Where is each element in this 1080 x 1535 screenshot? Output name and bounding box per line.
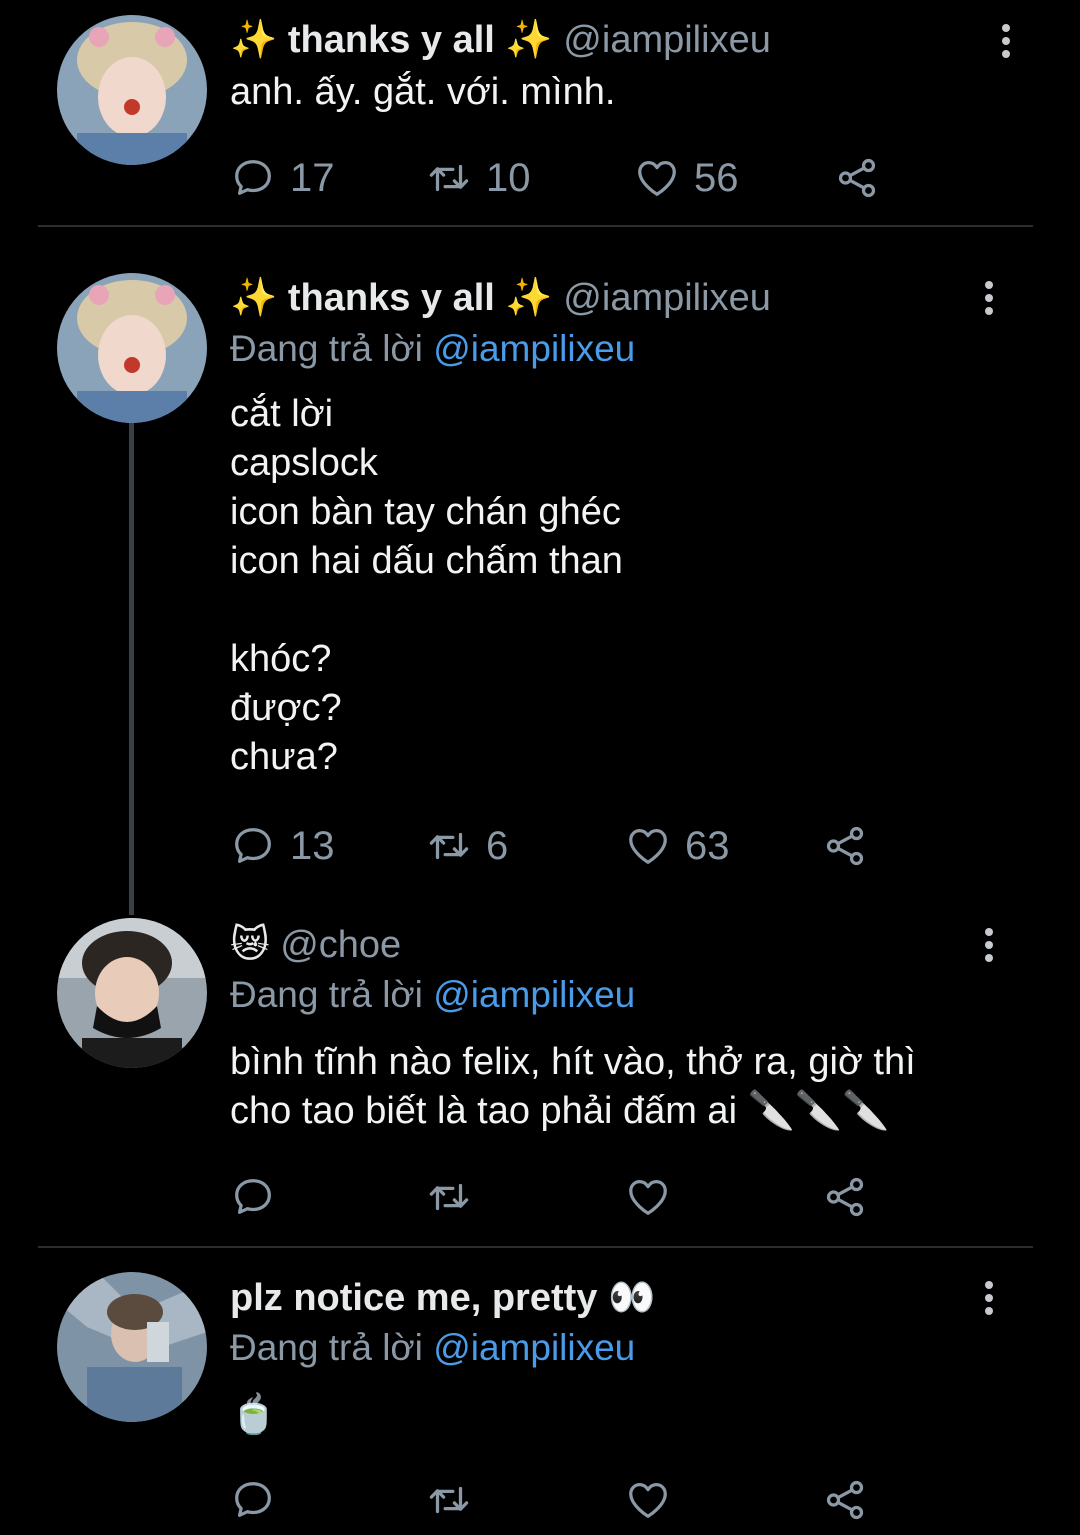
- author-line: ✨ thanks y all ✨ @iampilixeu: [230, 276, 771, 320]
- reply-icon: [230, 1174, 276, 1220]
- reply-count: 17: [290, 155, 335, 200]
- avatar[interactable]: [57, 273, 207, 423]
- share-icon: [822, 1477, 868, 1523]
- handle[interactable]: @iampilixeu: [563, 277, 771, 319]
- share-button[interactable]: [822, 1172, 868, 1222]
- share-button[interactable]: [834, 153, 880, 203]
- like-count: 56: [694, 155, 739, 200]
- reply-icon: [230, 1477, 276, 1523]
- reply-icon: [230, 155, 276, 201]
- more-vertical-icon[interactable]: [979, 928, 999, 968]
- action-bar: [230, 1475, 890, 1525]
- heart-icon: [625, 1174, 671, 1220]
- like-button[interactable]: [625, 1172, 671, 1222]
- reply-button[interactable]: [230, 1475, 276, 1525]
- reply-button[interactable]: 13: [230, 821, 335, 871]
- avatar[interactable]: [57, 15, 207, 165]
- retweet-icon: [426, 823, 472, 869]
- retweet-count: 10: [486, 155, 531, 200]
- retweet-icon: [426, 1477, 472, 1523]
- action-bar: [230, 1172, 890, 1222]
- heart-icon: [625, 1477, 671, 1523]
- replying-to: Đang trả lời @iampilixeu: [230, 327, 635, 371]
- like-button[interactable]: 56: [634, 153, 739, 203]
- tweet-text: 🍵: [230, 1394, 278, 1436]
- reply-button[interactable]: [230, 1172, 276, 1222]
- divider: [38, 1246, 1033, 1248]
- avatar[interactable]: [57, 918, 207, 1068]
- like-count: 63: [685, 823, 730, 868]
- replying-to-label: Đang trả lời: [230, 974, 434, 1015]
- retweet-icon: [426, 155, 472, 201]
- share-button[interactable]: [822, 1475, 868, 1525]
- tweet-text: anh. ấy. gắt. với. mình.: [230, 71, 616, 113]
- retweet-button[interactable]: [426, 1172, 472, 1222]
- like-button[interactable]: [625, 1475, 671, 1525]
- share-icon: [834, 155, 880, 201]
- reply-icon: [230, 823, 276, 869]
- replying-to: Đang trả lời @iampilixeu: [230, 973, 635, 1017]
- tweet-text: cắt lời capslock icon bàn tay chán ghéc …: [230, 393, 623, 778]
- tweet[interactable]: plz notice me, pretty 👀 Đang trả lời @ia…: [0, 1250, 1080, 1535]
- retweet-button[interactable]: 6: [426, 821, 508, 871]
- avatar[interactable]: [57, 1272, 207, 1422]
- replying-to-label: Đang trả lời: [230, 328, 434, 369]
- action-bar: 13 6 63: [230, 821, 890, 871]
- tweet-text: bình tĩnh nào felix, hít vào, thở ra, gi…: [230, 1041, 916, 1132]
- tweet[interactable]: ✨ thanks y all ✨ @iampilixeu anh. ấy. gắ…: [0, 0, 1080, 230]
- tweet[interactable]: ✨ thanks y all ✨ @iampilixeu Đang trả lờ…: [0, 230, 1080, 910]
- retweet-button[interactable]: [426, 1475, 472, 1525]
- display-name[interactable]: ✨ thanks y all ✨: [230, 19, 553, 61]
- mention-link[interactable]: @iampilixeu: [433, 1327, 635, 1368]
- mention-link[interactable]: @iampilixeu: [433, 328, 635, 369]
- handle[interactable]: @iampilixeu: [563, 19, 771, 61]
- share-button[interactable]: [822, 821, 868, 871]
- divider: [38, 225, 1033, 227]
- reply-button[interactable]: 17: [230, 153, 335, 203]
- retweet-count: 6: [486, 823, 509, 868]
- heart-icon: [634, 155, 680, 201]
- author-line: 😿 @choe: [230, 923, 401, 967]
- heart-icon: [625, 823, 671, 869]
- author-line: ✨ thanks y all ✨ @iampilixeu: [230, 18, 771, 62]
- author-line: plz notice me, pretty 👀: [230, 1276, 655, 1320]
- display-name[interactable]: ✨ thanks y all ✨: [230, 277, 553, 319]
- mention-link[interactable]: @iampilixeu: [433, 974, 635, 1015]
- more-vertical-icon[interactable]: [996, 24, 1016, 64]
- replying-to-label: Đang trả lời: [230, 1327, 434, 1368]
- more-vertical-icon[interactable]: [979, 281, 999, 321]
- more-vertical-icon[interactable]: [979, 1281, 999, 1321]
- share-icon: [822, 1174, 868, 1220]
- tweet[interactable]: 😿 @choe Đang trả lời @iampilixeu bình tĩ…: [0, 910, 1080, 1250]
- replying-to: Đang trả lời @iampilixeu: [230, 1326, 635, 1370]
- display-name[interactable]: plz notice me, pretty 👀: [230, 1277, 655, 1319]
- action-bar: 17 10 56: [230, 153, 890, 203]
- retweet-button[interactable]: 10: [426, 153, 531, 203]
- display-name[interactable]: 😿: [230, 924, 270, 966]
- handle[interactable]: @choe: [280, 924, 401, 966]
- share-icon: [822, 823, 868, 869]
- reply-count: 13: [290, 823, 335, 868]
- retweet-icon: [426, 1174, 472, 1220]
- like-button[interactable]: 63: [625, 821, 730, 871]
